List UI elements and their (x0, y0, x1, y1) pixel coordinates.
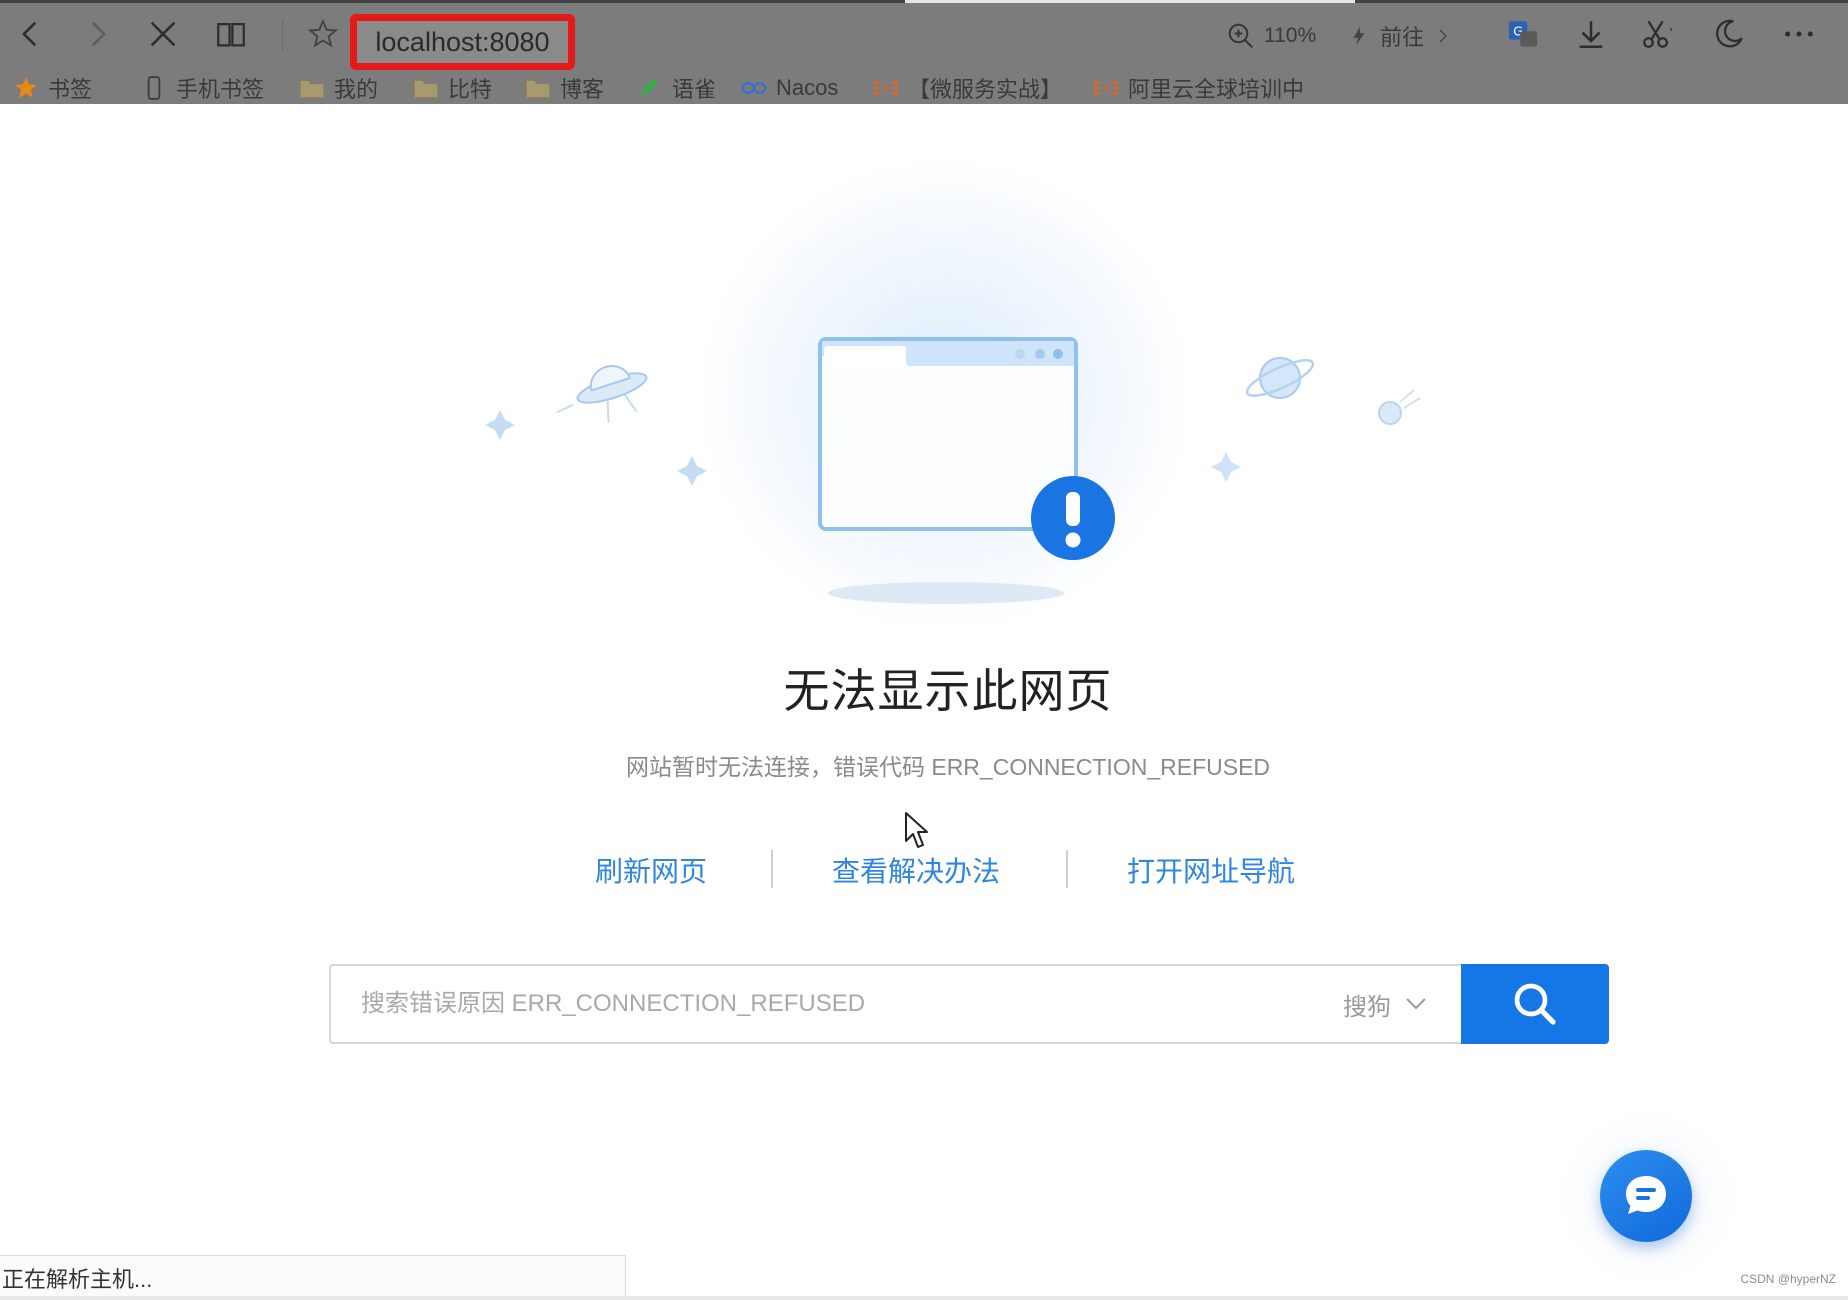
browser-window: localhost:8080 110% 前往 G 书签 手机书签 我的 比特 博… (0, 0, 1848, 1300)
open-navigation-link[interactable]: 打开网址导航 (1127, 850, 1295, 890)
chevron-down-icon (1406, 998, 1426, 1010)
ufo-icon (556, 365, 648, 423)
status-bar: 正在解析主机... (0, 1255, 626, 1300)
action-divider (771, 850, 773, 888)
error-illustration (485, 337, 1421, 604)
action-divider (1066, 850, 1068, 888)
sparkle-icon (677, 456, 707, 486)
mouse-cursor-icon (905, 812, 928, 848)
search-engine-label: 搜狗 (1343, 993, 1391, 1021)
comet-icon (1378, 389, 1421, 425)
view-solutions-link[interactable]: 查看解决办法 (832, 850, 1000, 890)
feedback-chat-button[interactable] (1600, 1150, 1692, 1242)
planet-icon (1245, 357, 1315, 399)
error-search-input[interactable] (361, 966, 1321, 1042)
window-bottom-edge (0, 1296, 1848, 1300)
refresh-page-link[interactable]: 刷新网页 (595, 850, 707, 890)
error-subtitle: 网站暂时无法连接，错误代码 ERR_CONNECTION_REFUSED (625, 754, 1271, 780)
search-engine-select[interactable]: 搜狗 (1343, 966, 1427, 1042)
chat-bubble-icon (1626, 1176, 1666, 1214)
error-title: 无法显示此网页 (783, 665, 1113, 717)
search-button[interactable] (1461, 964, 1609, 1044)
watermark: CSDN @hyperNZ (1740, 1272, 1836, 1286)
status-text: 正在解析主机... (2, 1266, 153, 1292)
search-icon (1514, 983, 1556, 1025)
warning-badge (1031, 476, 1115, 560)
sparkle-icon (485, 410, 515, 440)
illustration-shadow (828, 582, 1064, 604)
sparkle-icon (1211, 452, 1241, 482)
error-search-box: 搜狗 (329, 964, 1461, 1044)
